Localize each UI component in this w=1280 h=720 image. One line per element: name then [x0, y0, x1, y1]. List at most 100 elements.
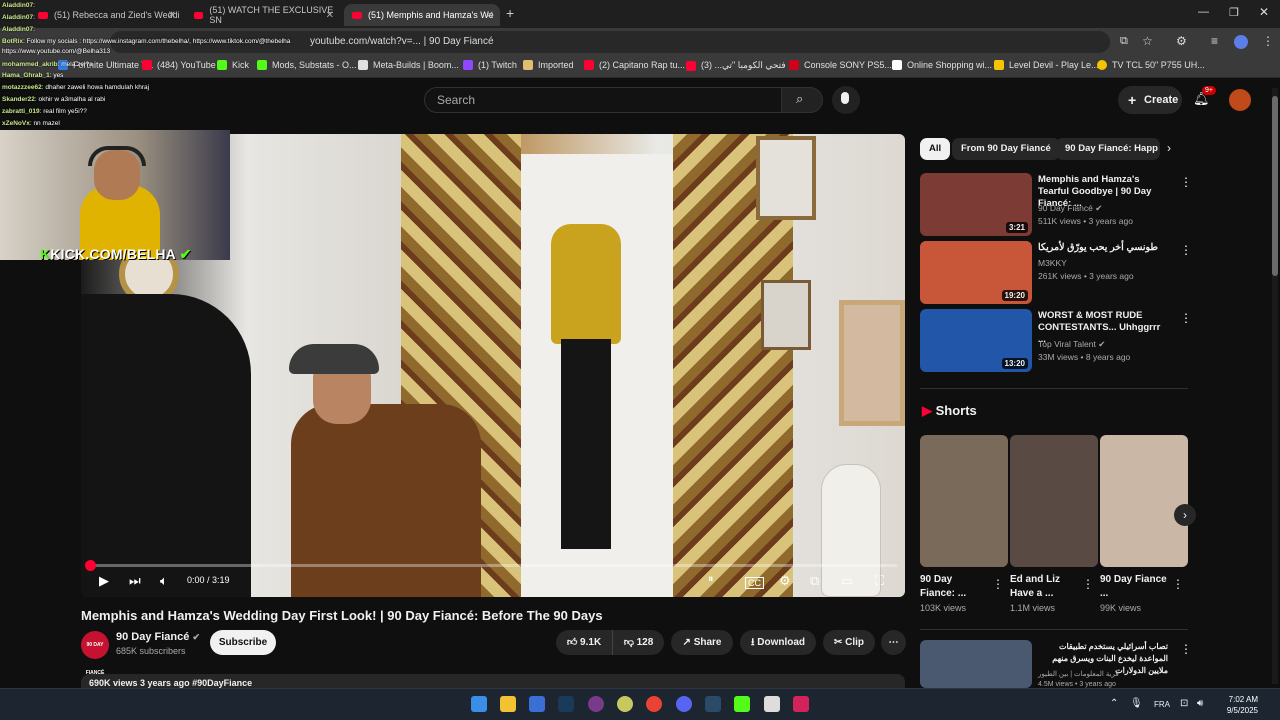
more-options-icon[interactable]: ⋮ [1172, 577, 1184, 591]
theater-mode-icon[interactable]: ▭ [841, 573, 853, 589]
recommended-video[interactable]: تصاب أسرائيلي يستخدم تطبيقات المواعدة لي… [920, 640, 1192, 688]
minimize-icon[interactable]: — [1198, 6, 1209, 18]
page-scrollbar[interactable] [1272, 88, 1278, 684]
voice-search-button[interactable] [832, 86, 860, 114]
captions-button[interactable]: CC [745, 577, 764, 589]
short-thumbnail[interactable] [920, 435, 1008, 567]
dislike-button[interactable]: 👎︎ 128 [612, 630, 664, 655]
profile-avatar[interactable] [1234, 35, 1248, 49]
discord-icon[interactable] [676, 696, 692, 712]
video-title[interactable]: طونسي أخر يحب يورّق لأمريكا [1038, 242, 1168, 254]
create-button[interactable]: + Create [1118, 86, 1182, 114]
volume-icon[interactable]: 🔈︎ [160, 573, 168, 589]
bookmark-item[interactable]: Online Shopping wi... [892, 60, 992, 70]
browser-tab-1[interactable]: (51) Rebecca and Zied's Weddi ✕ [30, 4, 182, 26]
bookmark-star-icon[interactable]: ☆ [1142, 34, 1153, 48]
channel-avatar[interactable]: 90 DAY FIANCÉ [81, 631, 109, 676]
more-options-icon[interactable]: ⋮ [1180, 175, 1192, 189]
system-clock[interactable]: 7:02 AM 9/5/2025 [1227, 694, 1258, 716]
scrubber-handle[interactable] [85, 560, 96, 571]
network-icon[interactable]: ⊡ [1180, 698, 1188, 709]
more-options-icon[interactable]: ⋮ [1180, 311, 1192, 325]
chip-topic[interactable]: 90 Day Fiancé: Happ [1056, 138, 1160, 160]
short-thumbnail[interactable] [1100, 435, 1188, 567]
progress-bar[interactable] [85, 560, 897, 571]
bookmark-item[interactable]: (1) Twitch [463, 60, 517, 70]
subscribe-button[interactable]: Subscribe [210, 630, 276, 655]
tray-chevron-icon[interactable]: ⌃ [1110, 698, 1118, 709]
chip-all[interactable]: All [920, 138, 951, 160]
bookmark-folder[interactable]: Imported [523, 60, 574, 70]
like-button[interactable]: 👍︎ 9.1K [556, 630, 612, 655]
restore-icon[interactable]: ❐ [1229, 6, 1239, 19]
short-card[interactable]: Ed and Liz Have a ... 1.1M views ⋮ [1010, 435, 1098, 613]
channel-name[interactable]: قرية المعلومات | بين الطيور [1038, 670, 1119, 678]
browser-tab-3[interactable]: (51) Memphis and Hamza's We ✕ [344, 4, 500, 26]
steam-icon[interactable] [705, 696, 721, 712]
recommended-video[interactable]: 13:20 WORST & MOST RUDE CONTESTANTS... U… [920, 309, 1192, 373]
bookmark-item[interactable]: Level Devil - Play Le... [994, 60, 1099, 70]
bookmark-item[interactable]: Kick [217, 60, 249, 70]
search-button[interactable]: ⌕ [781, 87, 823, 113]
close-tab-icon[interactable]: ✕ [486, 10, 494, 21]
media-icon[interactable]: ≡ [1211, 34, 1218, 48]
more-options-icon[interactable]: ⋮ [992, 577, 1004, 591]
close-window-icon[interactable]: ✕ [1259, 5, 1269, 19]
install-icon[interactable]: ⧉ [1120, 35, 1128, 48]
browser-tab-2[interactable]: (51) WATCH THE EXCLUSIVE SN ✕ [186, 4, 340, 26]
miniplayer-icon[interactable]: ⧉ [810, 573, 819, 589]
extensions-icon[interactable]: ⚙ [1176, 34, 1187, 48]
download-button[interactable]: ⭳ Download [740, 630, 816, 655]
bookmark-item[interactable]: TV TCL 50" P755 UH... [1097, 60, 1205, 70]
bookmark-item[interactable]: (484) YouTube [142, 60, 216, 70]
file-explorer-icon[interactable] [500, 696, 516, 712]
chip-from-channel[interactable]: From 90 Day Fiancé [952, 138, 1060, 160]
app-icon[interactable] [764, 696, 780, 712]
new-tab-icon[interactable]: + [506, 5, 514, 21]
short-thumbnail[interactable] [1010, 435, 1098, 567]
recommended-video[interactable]: 3:21 Memphis and Hamza's Tearful Goodbye… [920, 173, 1192, 237]
recommended-video[interactable]: 19:20 طونسي أخر يحب يورّق لأمريكا M3KKY … [920, 241, 1192, 305]
app-icon[interactable] [588, 696, 604, 712]
volume-icon[interactable]: 🔊︎ [1197, 698, 1203, 709]
notifications-button[interactable]: 🔔︎ 9+ [1193, 86, 1216, 107]
chevron-right-icon[interactable]: › [1167, 141, 1171, 155]
scrollbar-thumb[interactable] [1272, 96, 1278, 276]
app-icon[interactable] [793, 696, 809, 712]
short-card[interactable]: 90 Day Fiance ... 99K views ⋮ [1100, 435, 1188, 613]
short-title[interactable]: 90 Day Fiance: ... [920, 573, 990, 601]
steam-icon[interactable] [558, 696, 574, 712]
language-indicator[interactable]: FRA [1154, 700, 1170, 709]
short-title[interactable]: Ed and Liz Have a ... [1010, 573, 1080, 601]
bookmark-item[interactable]: Mods, Substats - O... [257, 60, 357, 70]
more-options-icon[interactable]: ⋮ [1180, 642, 1192, 656]
channel-name[interactable]: 90 Day Fiancé ✔ [116, 631, 200, 643]
bookmark-item[interactable]: Meta-Builds | Boom... [358, 60, 459, 70]
settings-gear-icon[interactable]: ⚙ [779, 573, 791, 589]
chrome-icon[interactable] [646, 696, 662, 712]
store-icon[interactable] [529, 696, 545, 712]
account-avatar[interactable] [1229, 89, 1251, 111]
start-icon[interactable] [471, 696, 487, 712]
bookmark-item[interactable]: Console SONY PS5... [789, 60, 892, 70]
play-button[interactable]: ▶ [99, 573, 109, 589]
channel-name[interactable]: 90 Day Fiancé ✔ [1038, 203, 1102, 214]
search-input[interactable]: Search [424, 87, 782, 113]
channel-name[interactable]: M3KKY [1038, 258, 1067, 268]
mic-icon[interactable]: 🎙︎ [1130, 698, 1143, 709]
clip-button[interactable]: ✂ Clip [823, 630, 875, 655]
close-tab-icon[interactable]: ✕ [326, 10, 334, 21]
more-options-icon[interactable]: ⋮ [1180, 243, 1192, 257]
more-options-icon[interactable]: ⋮ [1082, 577, 1094, 591]
more-actions-button[interactable]: ⋯ [881, 630, 906, 655]
share-button[interactable]: ↗ Share [671, 630, 733, 655]
app-icon[interactable] [617, 696, 633, 712]
fullscreen-icon[interactable]: ⛶ [875, 573, 884, 589]
bookmark-item[interactable]: (2) Capitano Rap tu... [584, 60, 685, 70]
browser-menu-icon[interactable]: ⋮ [1262, 34, 1274, 48]
kick-icon[interactable] [734, 696, 750, 712]
close-tab-icon[interactable]: ✕ [168, 10, 176, 21]
next-button[interactable]: ⏭ [129, 573, 141, 589]
autoplay-toggle[interactable]: ⏸ [708, 573, 714, 586]
short-card[interactable]: 90 Day Fiance: ... 103K views ⋮ [920, 435, 1008, 613]
